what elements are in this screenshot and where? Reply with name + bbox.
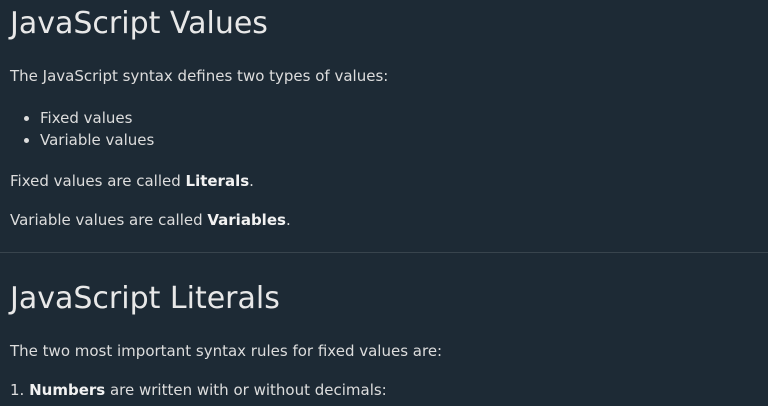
fixed-values-paragraph: Fixed values are called Literals. [10,172,254,190]
fixed-values-prefix: Fixed values are called [10,172,186,190]
variable-values-paragraph: Variable values are called Variables. [10,211,291,229]
fixed-values-suffix: . [249,172,254,190]
value-types-list: Fixed values Variable values [0,107,154,151]
variable-values-suffix: . [285,211,291,229]
numbers-term: Numbers [29,381,106,399]
numbers-rule-suffix: are written with or without decimals: [105,381,387,399]
page: JavaScript Values The JavaScript syntax … [0,0,768,406]
values-intro-text: The JavaScript syntax defines two types … [10,67,389,85]
variables-term: Variables [207,211,286,229]
literals-term: Literals [185,172,250,190]
section-divider [0,252,768,253]
section-title-javascript-literals: JavaScript Literals [10,281,280,316]
list-item-variable-values: Variable values [40,129,154,151]
literals-rules-intro: The two most important syntax rules for … [10,342,443,360]
numbers-rule-prefix: 1. [10,381,30,399]
numbers-rule-paragraph: 1. Numbers are written with or without d… [10,381,387,399]
list-item-fixed-values: Fixed values [40,107,154,129]
page-title-javascript-values: JavaScript Values [10,6,268,41]
variable-values-prefix: Variable values are called [10,211,208,229]
